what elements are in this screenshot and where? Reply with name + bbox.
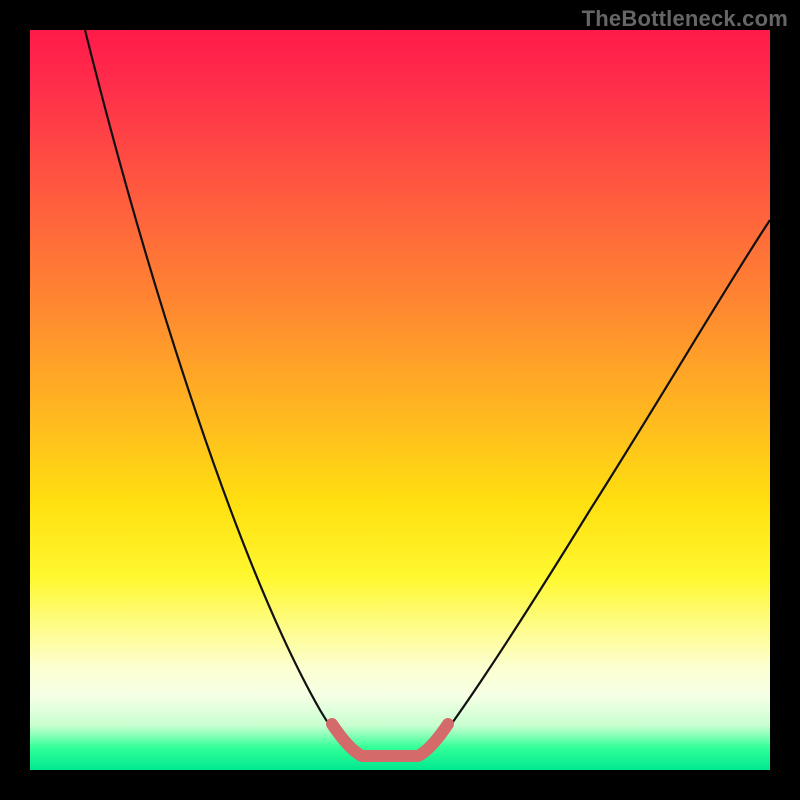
bottom-u-segment [332,724,448,756]
plot-area [30,30,770,770]
chart-root: TheBottleneck.com [0,0,800,800]
curve-layer [30,30,770,770]
watermark-text: TheBottleneck.com [582,6,788,32]
left-curve [85,30,352,754]
right-curve [428,220,770,754]
